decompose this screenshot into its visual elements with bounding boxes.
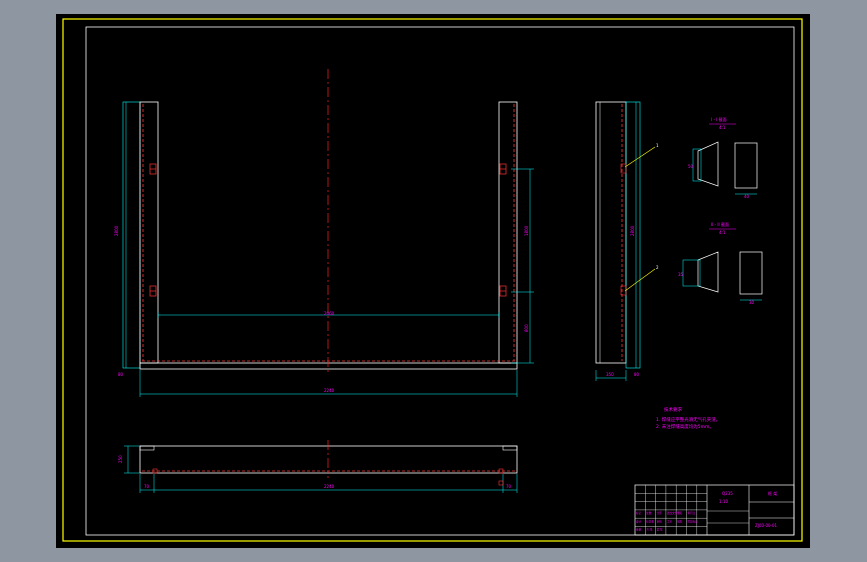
title-block-labels: 标记 处数 分区 更改文件号签名 年月日设计 标准化 审核 工艺 批准 阶段标记重量共 张第 张 bbox=[636, 511, 698, 532]
section-1-block bbox=[734, 142, 758, 189]
section-2-dim-b: 30 bbox=[749, 300, 755, 305]
left-column-outer bbox=[122, 101, 141, 369]
dim-inner-width: 2060 bbox=[324, 311, 335, 316]
dim-plan-width: 2240 bbox=[324, 484, 335, 489]
plan-dimensions bbox=[124, 445, 518, 493]
side-outline bbox=[595, 101, 627, 364]
dim-overall-width: 2240 bbox=[324, 388, 335, 393]
inner-border bbox=[85, 26, 795, 536]
bracket-right-upper bbox=[499, 163, 507, 175]
bracket-left-lower bbox=[149, 285, 157, 297]
section-2-dim-a: 35 bbox=[678, 272, 684, 277]
tb-label: 共 张 bbox=[646, 528, 652, 532]
tb-label: 重量 bbox=[636, 528, 642, 532]
section-1-label: I - I 截面 bbox=[711, 116, 727, 122]
dim-side-width: 350 bbox=[606, 372, 614, 377]
side-dimensions bbox=[595, 102, 637, 381]
section-view-2[interactable]: II - II 截面 4:1 35 30 bbox=[678, 221, 763, 305]
dim-plan-left: 70 bbox=[144, 484, 150, 489]
section-1-scale: 4:1 bbox=[719, 125, 726, 130]
tb-label: 分区 bbox=[657, 511, 663, 515]
section-2-profile bbox=[697, 251, 719, 293]
tb-label: 标准化 bbox=[646, 519, 654, 523]
dim-plan-height: 250 bbox=[118, 455, 123, 463]
dim-right-lower: 800 bbox=[524, 324, 529, 332]
dim-plan-right: 70 bbox=[506, 484, 512, 489]
tb-label: 设计 bbox=[636, 519, 642, 523]
plan-end-left bbox=[139, 445, 155, 451]
right-dimension-chain bbox=[511, 168, 534, 364]
title-block[interactable]: Q235 1:10 框 架 ZJ00-00-01 标记 处数 分区 更改文件号签名 年月… bbox=[634, 484, 795, 536]
tb-name: 框 架 bbox=[768, 490, 777, 496]
plan-end-right bbox=[502, 445, 518, 451]
section-2-plate bbox=[682, 259, 701, 287]
bracket-left-upper bbox=[149, 163, 157, 175]
base-beam bbox=[139, 362, 518, 370]
tb-label: 批准 bbox=[677, 519, 683, 523]
section-2-label: II - II 截面 bbox=[711, 221, 729, 227]
section-1-plate bbox=[692, 148, 702, 182]
dim-side-base: 80 bbox=[634, 372, 640, 377]
section-2-block bbox=[739, 251, 763, 295]
dim-main-base: 80 bbox=[118, 372, 124, 377]
tb-label: 签名 bbox=[677, 511, 683, 515]
tb-label: 审核 bbox=[657, 519, 663, 523]
tb-label: 标记 bbox=[636, 511, 642, 515]
bracket-right-lower bbox=[499, 285, 507, 297]
section-2-scale: 4:1 bbox=[719, 230, 726, 235]
title-block-grid bbox=[635, 485, 707, 535]
tb-label: 处数 bbox=[646, 511, 652, 515]
leader-label-1: 1 bbox=[656, 143, 659, 148]
tb-drawing-no: ZJ00-00-01 bbox=[755, 523, 778, 528]
dim-left-height: 2800 bbox=[114, 225, 119, 236]
tb-material: Q235 bbox=[722, 491, 733, 496]
leader-label-2: 2 bbox=[656, 265, 659, 270]
tech-note-1: 1. 焊缝应平整光滑无气孔夹渣。 bbox=[656, 416, 720, 423]
side-view[interactable]: 1 2 2800 350 80 bbox=[595, 101, 659, 381]
dim-right-upper: 1800 bbox=[524, 225, 529, 236]
outer-border bbox=[62, 18, 803, 542]
tb-label: 工艺 bbox=[667, 519, 673, 523]
plan-view[interactable]: 2240 250 70 70 bbox=[118, 440, 518, 493]
dim-side-height: 2800 bbox=[630, 225, 635, 236]
drawing-canvas[interactable]: 2060 2240 2800 1800 800 80 2240 250 70 7… bbox=[56, 14, 810, 548]
section-1-dim-a: 50 bbox=[688, 164, 694, 169]
section-view-1[interactable]: I - I 截面 4:1 50 40 bbox=[688, 116, 758, 199]
tb-label: 年月日 bbox=[688, 511, 696, 515]
tech-note-2: 2. 未注焊缝高度均为5mm。 bbox=[656, 423, 714, 430]
plan-outline bbox=[139, 445, 518, 474]
front-view[interactable]: 2060 2240 2800 1800 800 80 bbox=[114, 69, 534, 397]
tb-label: 阶段标记 bbox=[688, 519, 699, 523]
tech-notes: 技术要求 1. 焊缝应平整光滑无气孔夹渣。 2. 未注焊缝高度均为5mm。 bbox=[656, 406, 720, 430]
tb-label: 第 张 bbox=[657, 528, 663, 532]
tb-scale: 1:10 bbox=[719, 499, 728, 504]
tech-notes-title: 技术要求 bbox=[664, 406, 682, 413]
section-1-dim-b: 40 bbox=[744, 194, 750, 199]
